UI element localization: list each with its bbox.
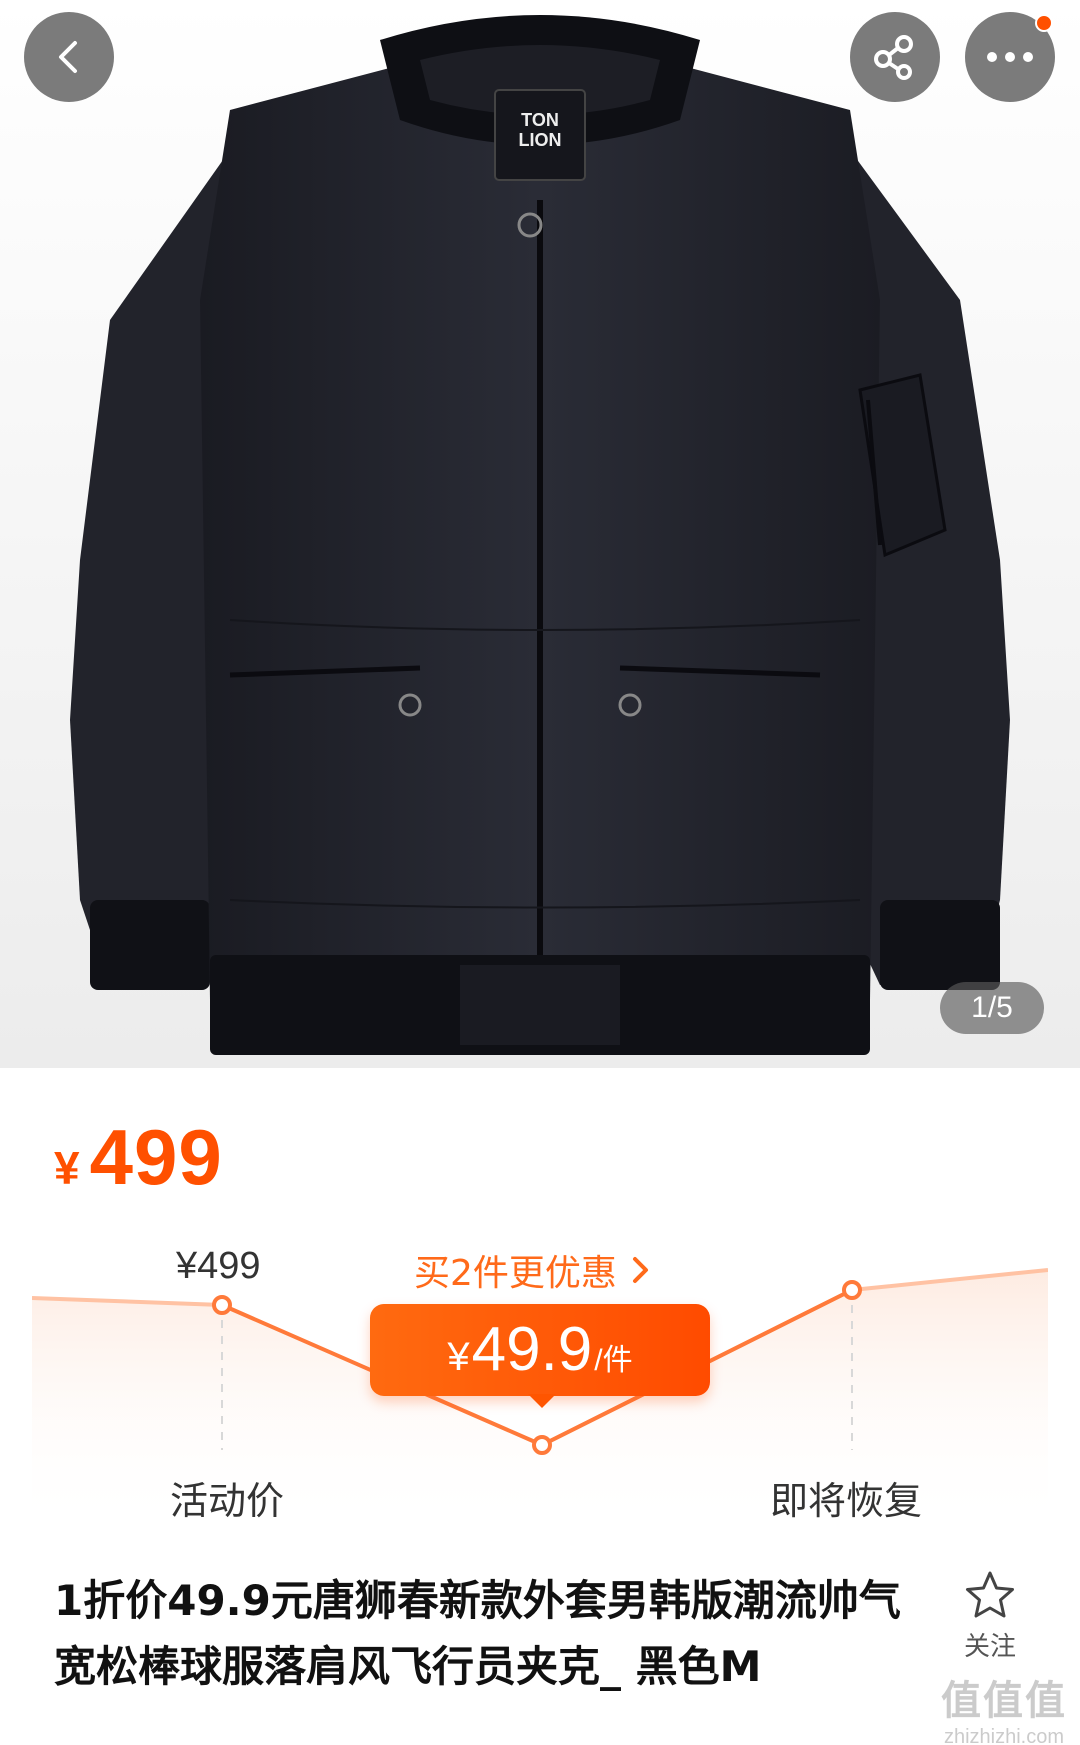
star-icon xyxy=(966,1571,1014,1618)
share-icon xyxy=(874,35,913,80)
original-price-label: ¥499 xyxy=(176,1245,261,1287)
deal-bubble-pointer xyxy=(528,1394,556,1408)
follow-button[interactable]: 关注 xyxy=(950,1570,1030,1663)
deal-price-bubble: ¥ 49.9 /件 xyxy=(370,1304,710,1396)
current-price: ¥ 499 xyxy=(54,1112,223,1202)
deal-unit: /件 xyxy=(594,1344,633,1377)
more-icon xyxy=(987,52,1033,62)
share-button[interactable] xyxy=(850,12,940,102)
back-button[interactable] xyxy=(24,12,114,102)
brand-tag-line2: LION xyxy=(519,130,562,150)
watermark: 值值值 zhizhizhi.com xyxy=(928,1668,1080,1745)
notification-dot xyxy=(1035,14,1053,32)
product-image[interactable]: TON LION xyxy=(0,0,1080,1068)
back-icon xyxy=(59,41,77,73)
price-currency: ¥ xyxy=(54,1142,80,1194)
price-value: 499 xyxy=(89,1113,223,1201)
more-button[interactable] xyxy=(965,12,1055,102)
buy-more-discount-link[interactable]: 买2件更优惠 xyxy=(414,1244,651,1296)
brand-tag-line1: TON xyxy=(521,110,559,130)
follow-label: 关注 xyxy=(963,1632,1016,1662)
watermark-url: zhizhizhi.com xyxy=(943,1726,1065,1745)
promo-link-label: 买2件更优惠 xyxy=(414,1253,617,1294)
activity-price-label: 活动价 xyxy=(170,1479,285,1523)
chevron-right-icon xyxy=(632,1257,648,1283)
product-title: 1折价49.9元唐狮春新款外套男韩版潮流帅气宽松棒球服落肩风飞行员夹克_ 黑色M xyxy=(54,1576,901,1691)
gallery-page-indicator: 1/5 xyxy=(940,982,1044,1034)
deal-price: 49.9 xyxy=(471,1315,593,1384)
product-image-gallery[interactable]: TON LION 1/5 xyxy=(0,0,1080,1068)
watermark-text: 值值值 xyxy=(941,1679,1067,1723)
restore-soon-label: 即将恢复 xyxy=(770,1479,923,1523)
deal-currency: ¥ xyxy=(447,1335,470,1379)
